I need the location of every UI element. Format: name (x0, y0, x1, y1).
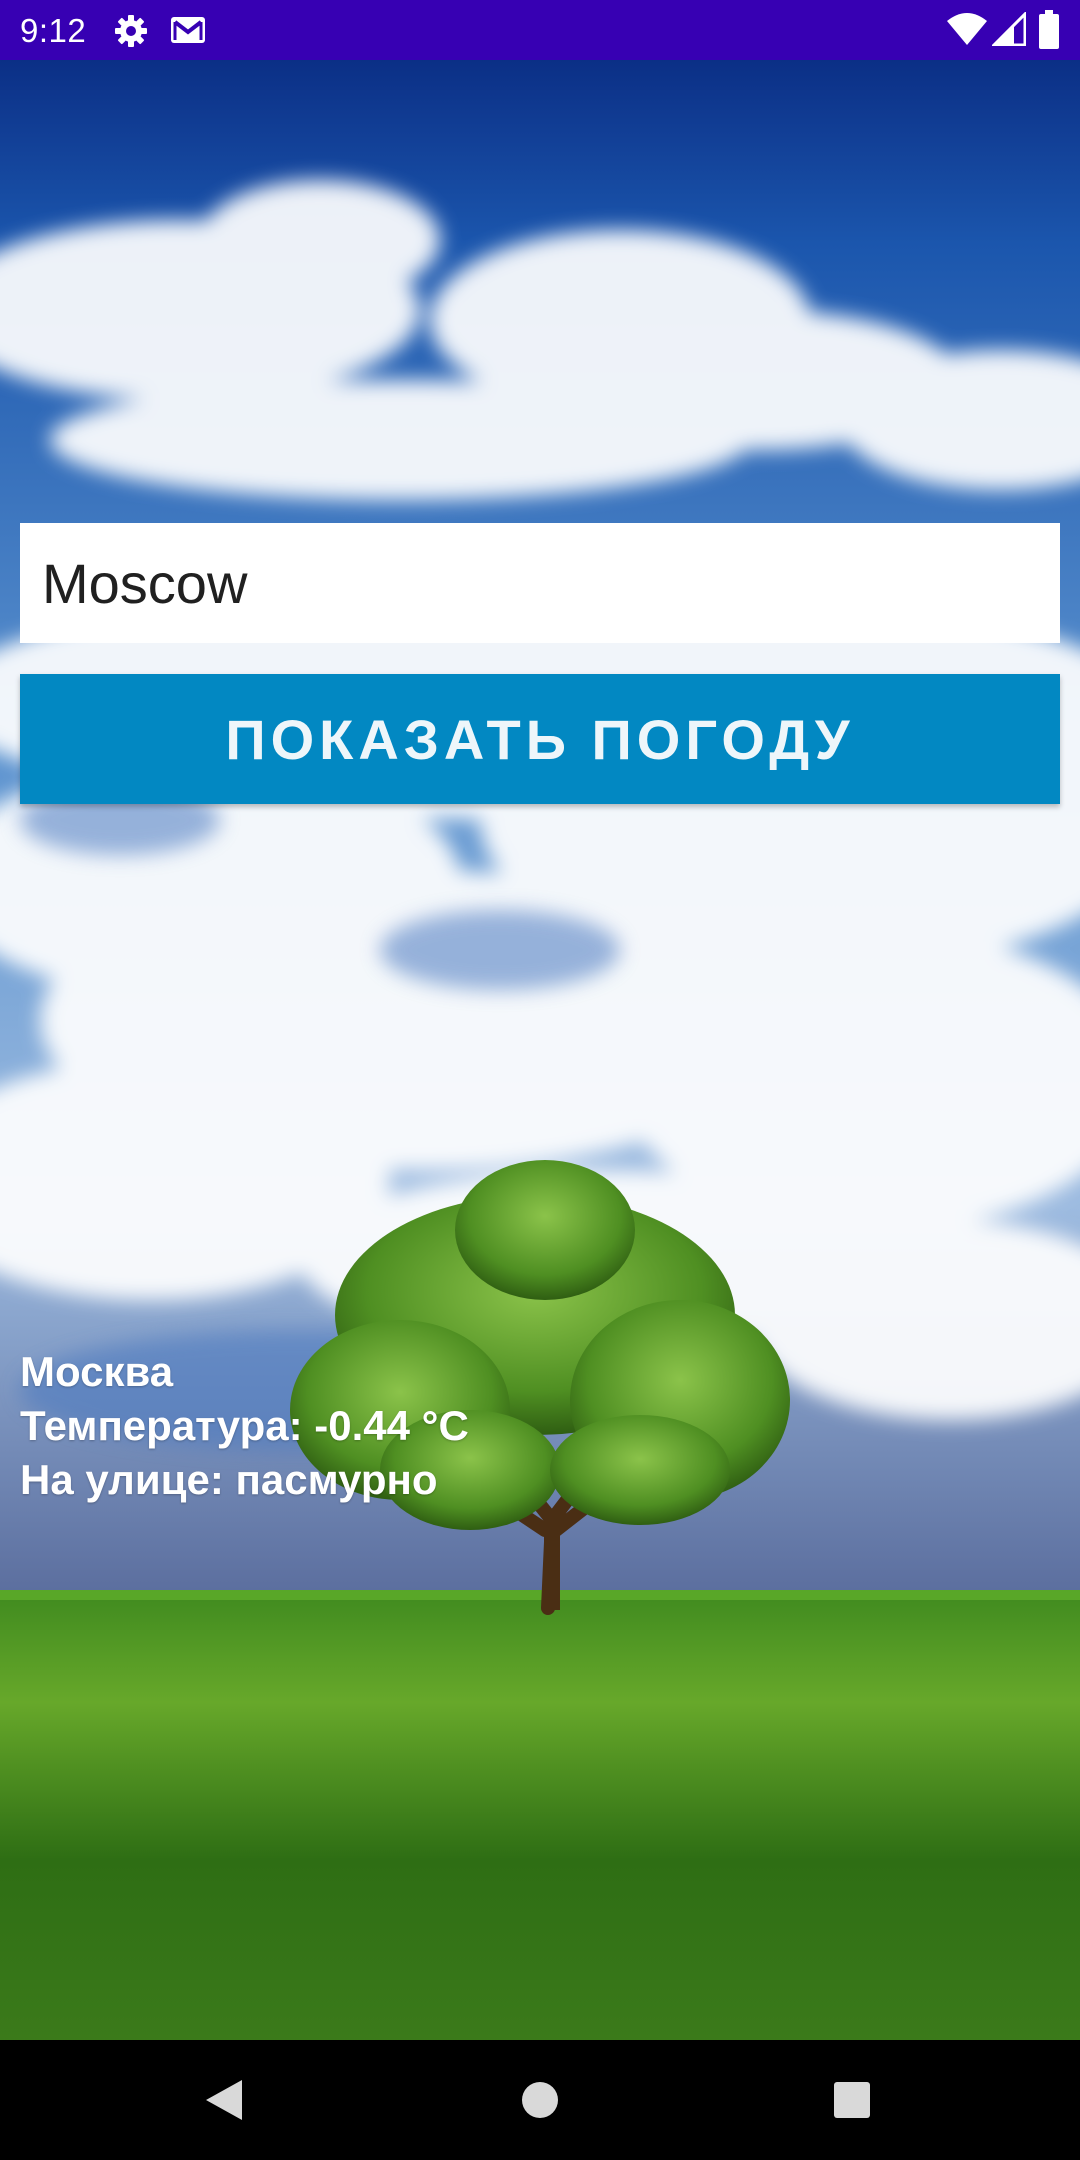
gmail-icon (170, 16, 206, 49)
background-image (0, 60, 1080, 2040)
city-input[interactable]: Moscow (20, 523, 1060, 643)
recents-icon[interactable] (832, 2078, 872, 2127)
navigation-bar (0, 2040, 1080, 2160)
show-weather-button[interactable]: ПОКАЗАТЬ ПОГОДУ (20, 674, 1060, 804)
weather-temperature: Температура: -0.44 °C (20, 1402, 469, 1449)
back-icon[interactable] (204, 2078, 244, 2127)
weather-city: Москва (20, 1348, 174, 1395)
weather-result: Москва Температура: -0.44 °C На улице: п… (20, 1345, 469, 1507)
status-time: 9:12 (20, 12, 87, 49)
status-bar: 9:12 (0, 0, 1080, 60)
app-screen: Moscow ПОКАЗАТЬ ПОГОДУ Москва Температур… (0, 60, 1080, 2040)
show-weather-button-label: ПОКАЗАТЬ ПОГОДУ (225, 707, 855, 771)
signal-icon (990, 10, 1027, 51)
weather-condition: На улице: пасмурно (20, 1456, 438, 1503)
battery-icon (1038, 10, 1060, 55)
wifi-icon (946, 12, 988, 51)
gear-icon (114, 14, 148, 53)
city-input-value: Moscow (42, 551, 248, 615)
home-icon[interactable] (520, 2078, 560, 2127)
